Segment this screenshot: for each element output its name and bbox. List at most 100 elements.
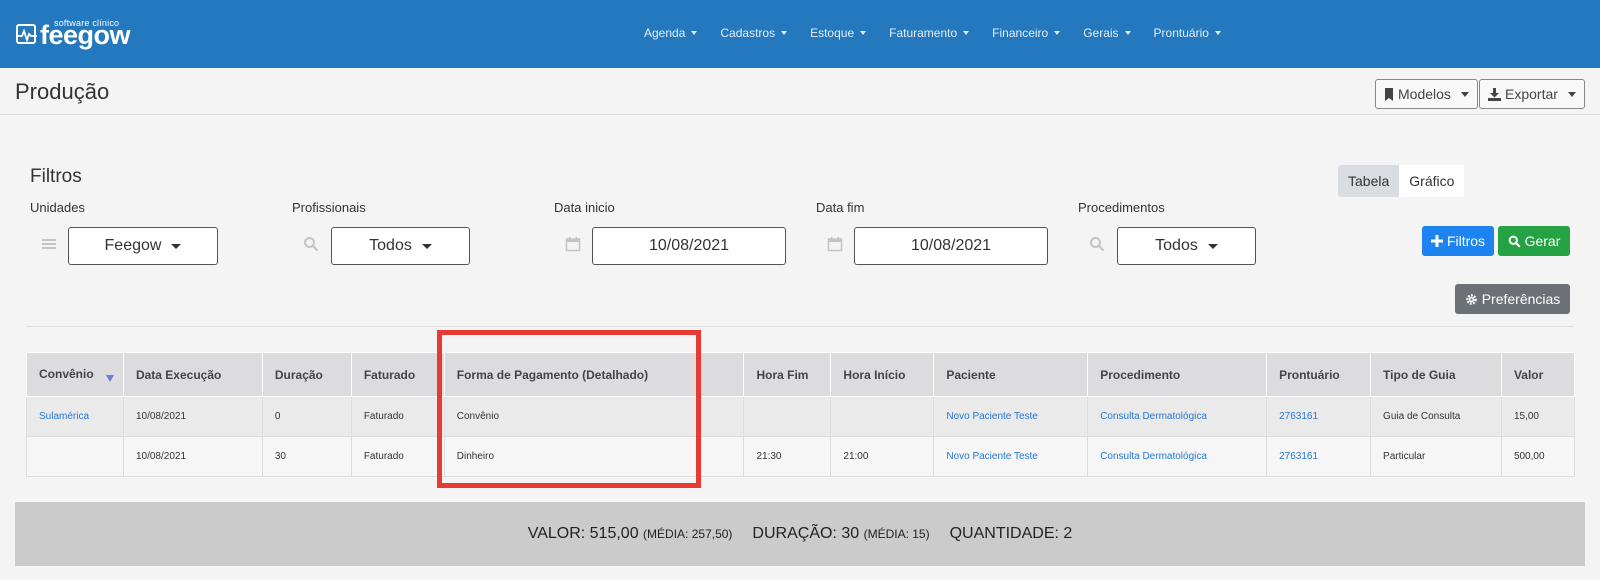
col-header-valor[interactable]: Valor [1500,352,1576,397]
cell-convenio-link[interactable]: Sulamérica [26,396,124,437]
data-inicio-input[interactable]: 10/08/2021 [592,227,786,265]
cell-procedimento-link[interactable]: Consulta Dermatológica [1087,436,1268,477]
nav-faturamento[interactable]: Faturamento [889,26,970,40]
gear-icon [1465,293,1477,305]
cell-convenio [26,436,124,477]
cell-forma-pagamento: Dinheiro [443,436,745,477]
nav-prontuario[interactable]: Prontuário [1154,26,1221,40]
list-icon [42,239,56,249]
calendar-icon [565,237,581,252]
summary-valor: VALOR: 515,00 (MÉDIA: 257,50) [527,525,733,542]
caret-down-icon [1207,243,1218,249]
cell-duracao: 0 [261,396,352,437]
caret-down-icon [691,31,698,35]
caret-down-icon [171,243,182,249]
caret-down-icon [1460,91,1469,97]
col-header-paciente[interactable]: Paciente [933,352,1089,397]
cell-data-execucao: 10/08/2021 [122,396,263,437]
section-divider [26,326,1574,327]
cell-duracao: 30 [261,436,352,477]
caret-down-icon [963,31,970,35]
procedimentos-label: Procedimentos [1078,200,1165,215]
unidades-select[interactable]: Feegow [68,227,218,265]
cell-faturado: Faturado [350,436,445,477]
unidades-label: Unidades [30,200,85,215]
nav-agenda[interactable]: Agenda [644,26,698,40]
profissionais-select[interactable]: Todos [331,227,470,265]
cell-tipo-guia: Particular [1370,436,1502,477]
production-table: Convênio Data Execução Duração Faturado … [26,352,1576,477]
cell-hora-inicio [830,396,935,437]
download-icon [1488,87,1501,101]
caret-down-icon [1214,31,1221,35]
procedimentos-select[interactable]: Todos [1117,227,1256,265]
main-nav: Agenda Cadastros Estoque Faturamento Fin… [644,26,1244,40]
col-header-convenio[interactable]: Convênio [26,352,124,397]
caret-down-icon [1567,91,1576,97]
caret-down-icon [421,243,432,249]
caret-down-icon [781,31,788,35]
col-header-forma-pagamento[interactable]: Forma de Pagamento (Detalhado) [443,352,745,397]
tab-tabela[interactable]: Tabela [1338,165,1400,197]
cell-hora-inicio: 21:00 [830,436,935,477]
col-header-tipo-guia[interactable]: Tipo de Guia [1370,352,1502,397]
cell-valor: 500,00 [1500,436,1576,477]
caret-down-icon [1124,31,1131,35]
heartbeat-icon [16,24,37,44]
cell-prontuario-link[interactable]: 2763161 [1266,436,1372,477]
cell-paciente-link[interactable]: Novo Paciente Teste [933,436,1089,477]
nav-estoque[interactable]: Estoque [810,26,867,40]
cell-forma-pagamento: Convênio [443,396,745,437]
page-title: Produção [15,79,110,104]
table-header-row: Convênio Data Execução Duração Faturado … [26,352,1576,397]
summary-duracao: DURAÇÃO: 30 (MÉDIA: 15) [752,525,930,542]
models-button[interactable]: Modelos [1375,79,1478,109]
cell-prontuario-link[interactable]: 2763161 [1266,396,1372,437]
cell-hora-fim [743,396,832,437]
search-icon [1508,235,1521,248]
caret-down-icon [860,31,867,35]
summary-quantidade: QUANTIDADE: 2 [949,525,1073,542]
profissionais-label: Profissionais [292,200,366,215]
nav-gerais[interactable]: Gerais [1083,26,1131,40]
table-row: Sulamérica 10/08/2021 0 Faturado Convêni… [26,396,1576,437]
table-row: 10/08/2021 30 Faturado Dinheiro 21:30 21… [26,436,1576,477]
cell-faturado: Faturado [350,396,445,437]
nav-financeiro[interactable]: Financeiro [992,26,1061,40]
cell-data-execucao: 10/08/2021 [122,436,263,477]
col-header-procedimento[interactable]: Procedimento [1087,352,1268,397]
summary-bar: VALOR: 515,00 (MÉDIA: 257,50) DURAÇÃO: 3… [15,502,1585,566]
bookmark-icon [1385,87,1393,101]
caret-down-icon [1054,31,1061,35]
col-header-prontuario[interactable]: Prontuário [1266,352,1372,397]
data-inicio-label: Data inicio [554,200,615,215]
sort-desc-icon [105,375,114,382]
cell-hora-fim: 21:30 [743,436,832,477]
cell-paciente-link[interactable]: Novo Paciente Teste [933,396,1089,437]
col-header-hora-fim[interactable]: Hora Fim [743,352,832,397]
col-header-data-execucao[interactable]: Data Execução [122,352,263,397]
logo-wordmark: feegow [40,20,131,50]
search-icon [1090,237,1105,252]
col-header-faturado[interactable]: Faturado [350,352,445,397]
tab-grafico[interactable]: Gráfico [1399,165,1465,197]
col-header-duracao[interactable]: Duração [261,352,352,397]
nav-cadastros[interactable]: Cadastros [720,26,788,40]
cell-tipo-guia: Guia de Consulta [1370,396,1502,437]
filters-title: Filtros [30,166,82,187]
export-button[interactable]: Exportar [1479,79,1585,109]
plus-icon [1430,235,1443,247]
filtros-button[interactable]: Filtros [1422,226,1494,256]
cell-valor: 15,00 [1500,396,1576,437]
col-header-hora-inicio[interactable]: Hora Início [830,352,935,397]
data-fim-input[interactable]: 10/08/2021 [854,227,1048,265]
view-toggle: Tabela Gráfico [1338,165,1465,197]
preferencias-button[interactable]: Preferências [1455,284,1570,314]
calendar-icon [827,237,843,252]
header-divider [0,114,1600,115]
top-navbar: software clínico feegow Agenda Cadastros… [0,0,1600,68]
search-icon [304,237,319,252]
data-fim-label: Data fim [816,200,865,215]
gerar-button[interactable]: Gerar [1498,226,1570,256]
cell-procedimento-link[interactable]: Consulta Dermatológica [1087,396,1268,437]
